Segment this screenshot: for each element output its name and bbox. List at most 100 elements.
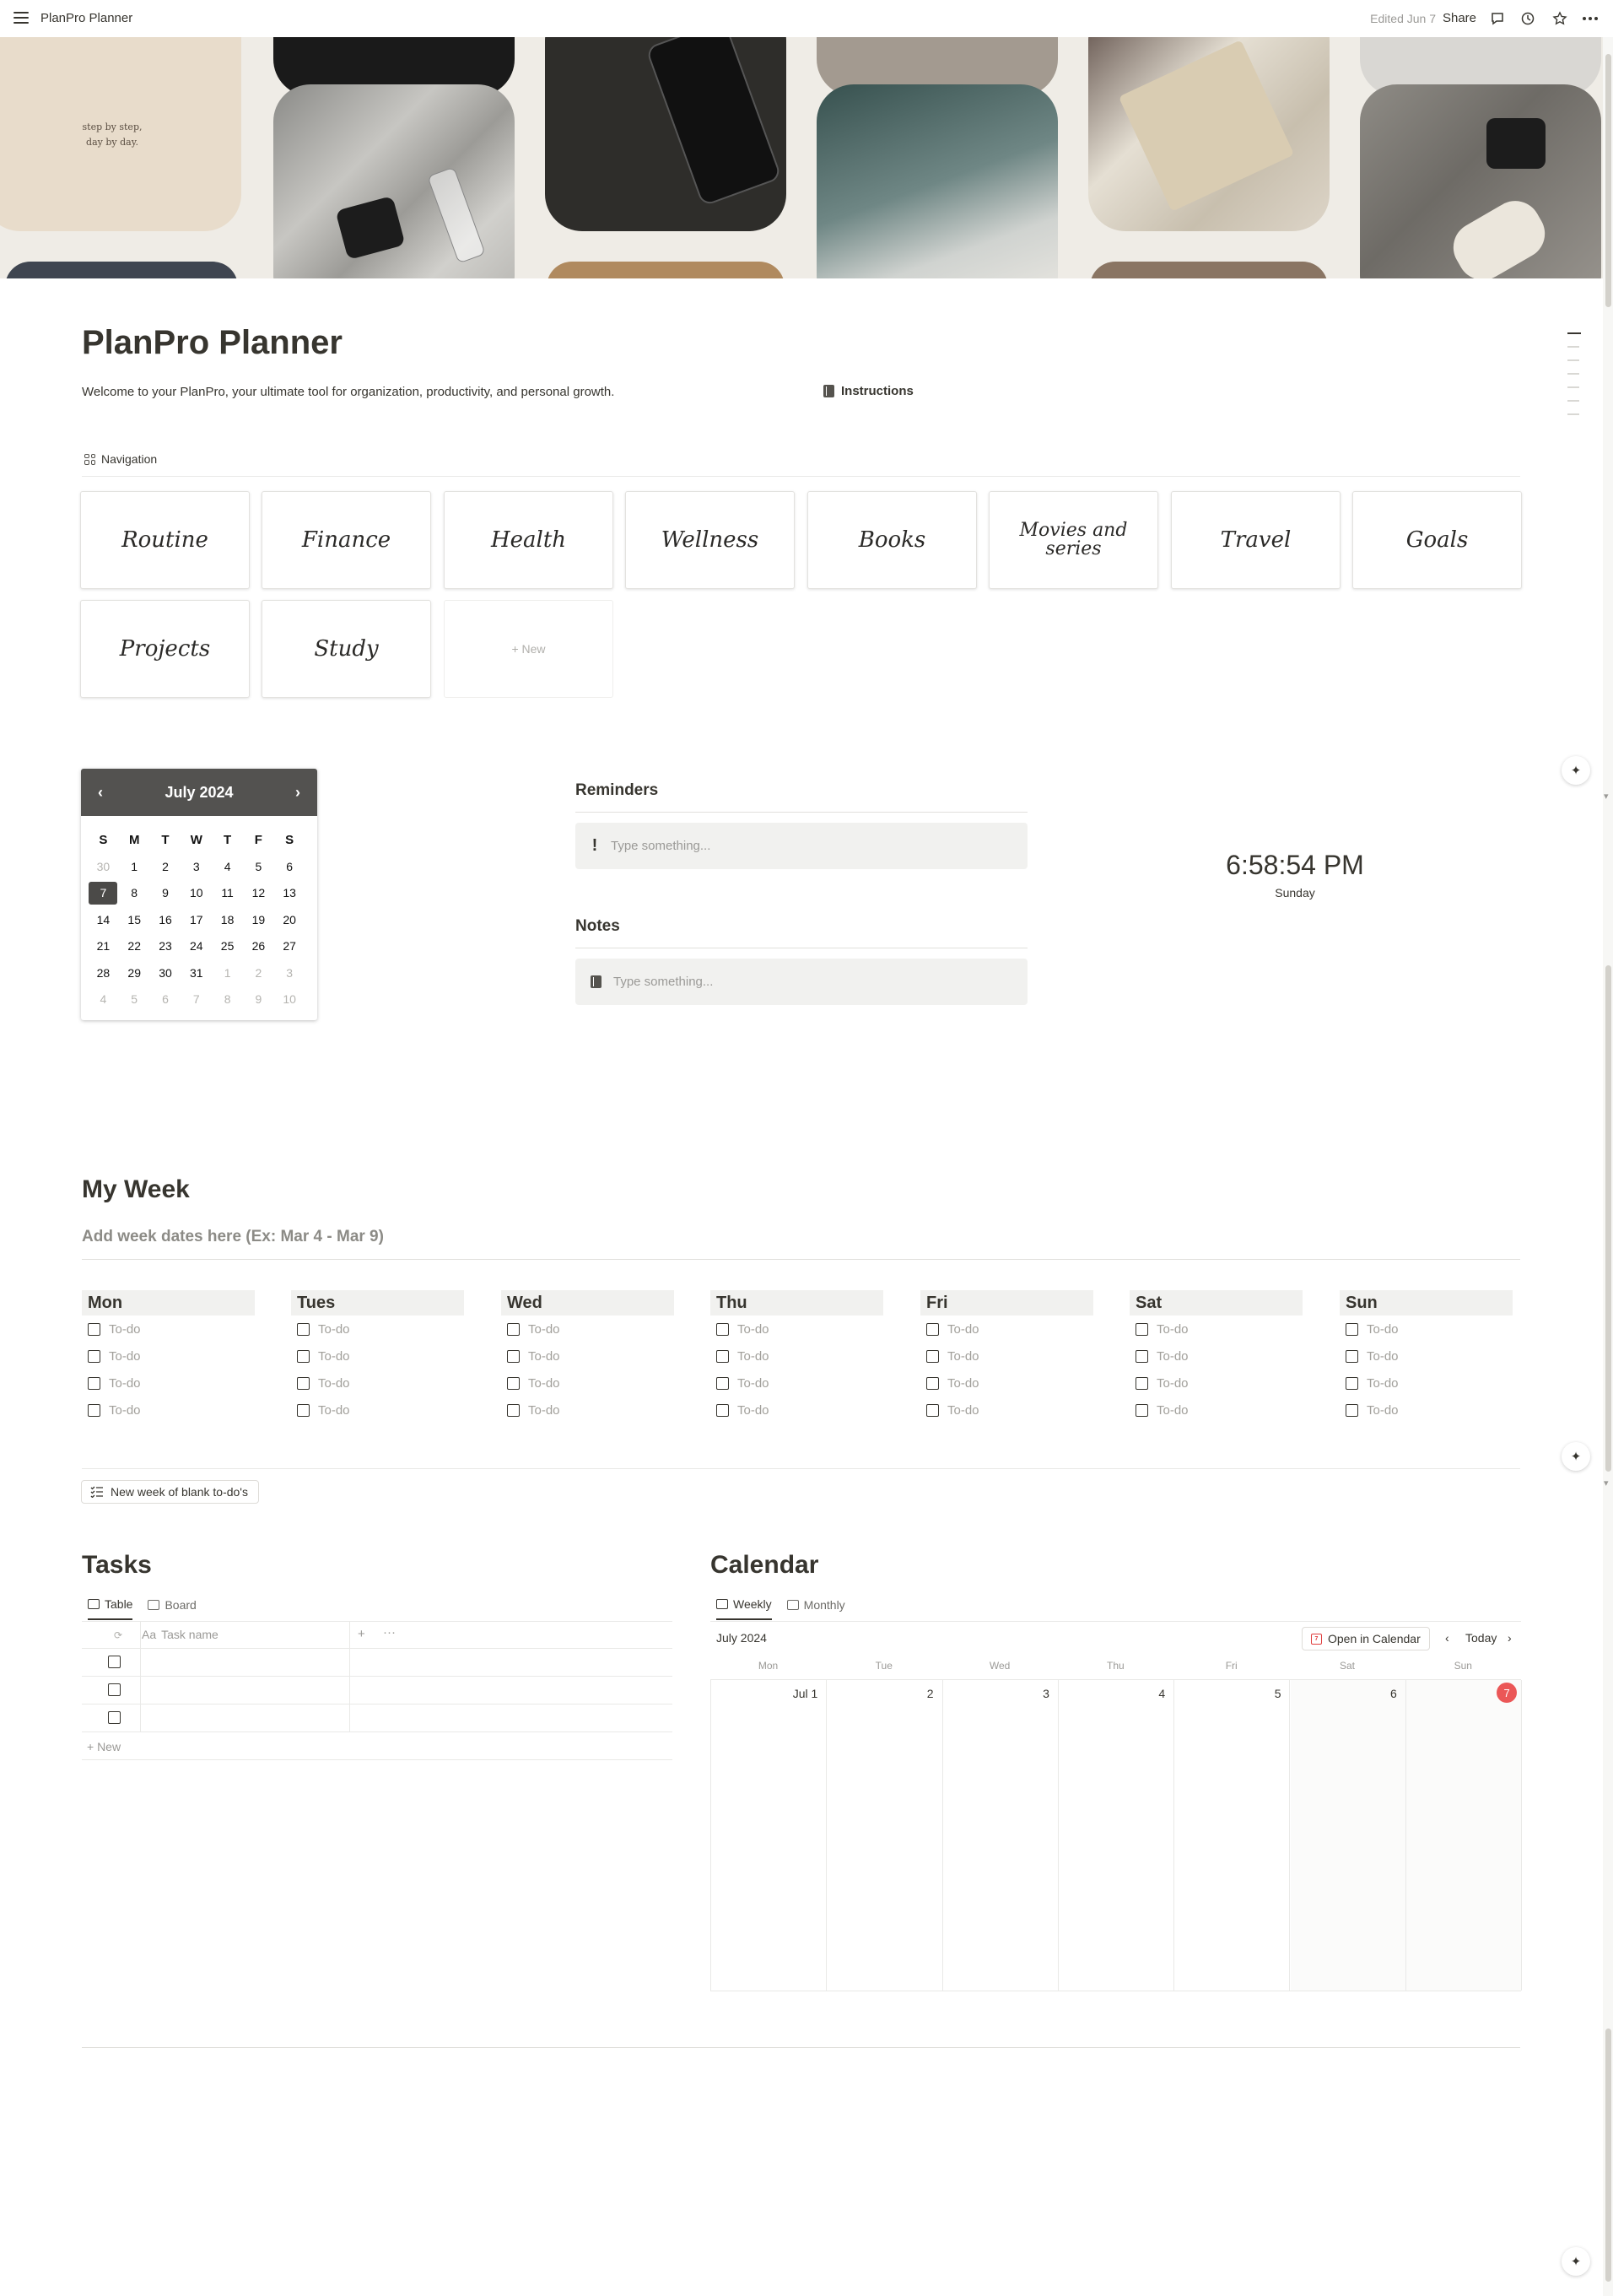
todo-checkbox[interactable]	[1346, 1322, 1358, 1336]
calendar-day-cell[interactable]: 4	[1059, 1680, 1175, 1991]
todo-item[interactable]: To-do	[1130, 1369, 1303, 1397]
calendar-day-cell[interactable]: 2	[827, 1680, 943, 1991]
todo-placeholder[interactable]: To-do	[947, 1376, 979, 1391]
calendar-day[interactable]: 8	[212, 986, 243, 1013]
todo-item[interactable]: To-do	[1340, 1397, 1513, 1424]
todo-checkbox[interactable]	[716, 1322, 729, 1336]
todo-placeholder[interactable]: To-do	[947, 1349, 979, 1364]
todo-item[interactable]: To-do	[501, 1397, 674, 1424]
calendar-prev-button[interactable]: ‹	[1445, 1631, 1449, 1645]
next-month-button[interactable]: ›	[290, 784, 305, 802]
calendar-day[interactable]: 21	[88, 933, 119, 960]
calendar-day[interactable]: 16	[150, 906, 181, 933]
ai-assist-icon[interactable]: ✦	[1562, 1442, 1590, 1471]
nav-card-books[interactable]: Books	[807, 491, 977, 589]
calendar-day-cell[interactable]: 5	[1174, 1680, 1291, 1991]
todo-checkbox[interactable]	[88, 1403, 100, 1417]
todo-placeholder[interactable]: To-do	[318, 1322, 350, 1337]
calendar-day[interactable]: 17	[181, 906, 212, 933]
chevron-down-icon[interactable]: ▾	[1604, 791, 1609, 802]
nav-card-routine[interactable]: Routine	[80, 491, 250, 589]
calendar-day[interactable]: 20	[274, 906, 305, 933]
column-header-task-name[interactable]: Aa Task name	[142, 1628, 218, 1641]
calendar-day[interactable]: 6	[274, 853, 305, 880]
todo-checkbox[interactable]	[507, 1322, 520, 1336]
todo-checkbox[interactable]	[507, 1376, 520, 1390]
breadcrumb[interactable]: PlanPro Planner	[40, 11, 132, 25]
calendar-day[interactable]: 25	[212, 933, 243, 960]
todo-checkbox[interactable]	[297, 1322, 310, 1336]
calendar-day-cell[interactable]: 7	[1405, 1680, 1523, 1991]
todo-checkbox[interactable]	[88, 1349, 100, 1363]
calendar-day[interactable]: 1	[119, 853, 150, 880]
calendar-day[interactable]: 3	[181, 853, 212, 880]
todo-placeholder[interactable]: To-do	[1157, 1322, 1189, 1337]
todo-placeholder[interactable]: To-do	[1367, 1403, 1399, 1418]
todo-placeholder[interactable]: To-do	[109, 1349, 141, 1364]
calendar-day[interactable]: 2	[243, 959, 274, 986]
todo-checkbox[interactable]	[716, 1403, 729, 1417]
calendar-day[interactable]: 1	[212, 959, 243, 986]
todo-placeholder[interactable]: To-do	[528, 1349, 560, 1364]
today-button[interactable]: Today	[1465, 1631, 1497, 1645]
todo-item[interactable]: To-do	[1340, 1369, 1513, 1397]
calendar-day[interactable]: 5	[119, 986, 150, 1013]
todo-checkbox[interactable]	[926, 1322, 939, 1336]
todo-item[interactable]: To-do	[920, 1397, 1093, 1424]
todo-placeholder[interactable]: To-do	[947, 1322, 979, 1337]
calendar-day[interactable]: 4	[88, 986, 119, 1013]
calendar-day[interactable]: 14	[88, 906, 119, 933]
calendar-day[interactable]: 18	[212, 906, 243, 933]
todo-placeholder[interactable]: To-do	[1157, 1403, 1189, 1418]
todo-placeholder[interactable]: To-do	[109, 1322, 141, 1337]
todo-item[interactable]: To-do	[82, 1369, 255, 1397]
nav-card-finance[interactable]: Finance	[262, 491, 431, 589]
calendar-day[interactable]: 9	[150, 880, 181, 907]
calendar-day[interactable]: 29	[119, 959, 150, 986]
scrollbar-thumb[interactable]	[1605, 965, 1611, 1472]
tab-weekly[interactable]: Weekly	[716, 1597, 772, 1620]
todo-item[interactable]: To-do	[920, 1369, 1093, 1397]
todo-placeholder[interactable]: To-do	[1367, 1376, 1399, 1391]
calendar-day[interactable]: 7	[88, 880, 119, 907]
todo-placeholder[interactable]: To-do	[1367, 1349, 1399, 1364]
calendar-day-cell[interactable]: Jul 1	[711, 1680, 828, 1991]
todo-checkbox[interactable]	[926, 1376, 939, 1390]
todo-item[interactable]: To-do	[291, 1397, 464, 1424]
new-task-button[interactable]: + New	[87, 1740, 121, 1753]
calendar-day[interactable]: 11	[212, 880, 243, 907]
notes-input[interactable]: Type something...	[575, 959, 1028, 1005]
scrollbar[interactable]	[1603, 37, 1613, 2296]
todo-placeholder[interactable]: To-do	[109, 1403, 141, 1418]
share-button[interactable]: Share	[1443, 11, 1476, 25]
calendar-day[interactable]: 23	[150, 933, 181, 960]
tab-monthly[interactable]: Monthly	[786, 1597, 845, 1620]
nav-card-travel[interactable]: Travel	[1171, 491, 1341, 589]
comment-icon[interactable]	[1488, 9, 1507, 28]
todo-placeholder[interactable]: To-do	[528, 1376, 560, 1391]
calendar-day[interactable]: 30	[150, 959, 181, 986]
more-options-icon[interactable]	[1581, 9, 1600, 28]
todo-checkbox[interactable]	[88, 1376, 100, 1390]
ai-assist-icon[interactable]: ✦	[1562, 756, 1590, 785]
star-icon[interactable]	[1551, 9, 1569, 28]
todo-item[interactable]: To-do	[1130, 1315, 1303, 1342]
todo-checkbox[interactable]	[1346, 1376, 1358, 1390]
todo-item[interactable]: To-do	[501, 1342, 674, 1369]
todo-checkbox[interactable]	[297, 1376, 310, 1390]
todo-checkbox[interactable]	[1346, 1403, 1358, 1417]
todo-placeholder[interactable]: To-do	[318, 1376, 350, 1391]
todo-checkbox[interactable]	[88, 1322, 100, 1336]
tab-board[interactable]: Board	[148, 1597, 197, 1620]
todo-checkbox[interactable]	[507, 1349, 520, 1363]
instructions-link[interactable]: Instructions	[823, 384, 914, 398]
todo-placeholder[interactable]: To-do	[737, 1322, 769, 1337]
todo-item[interactable]: To-do	[920, 1315, 1093, 1342]
todo-placeholder[interactable]: To-do	[737, 1403, 769, 1418]
more-columns-icon[interactable]: ···	[383, 1625, 396, 1640]
todo-item[interactable]: To-do	[920, 1342, 1093, 1369]
calendar-day[interactable]: 30	[88, 853, 119, 880]
new-week-button[interactable]: New week of blank to-do's	[81, 1480, 259, 1504]
todo-checkbox[interactable]	[926, 1403, 939, 1417]
nav-card-wellness[interactable]: Wellness	[625, 491, 795, 589]
